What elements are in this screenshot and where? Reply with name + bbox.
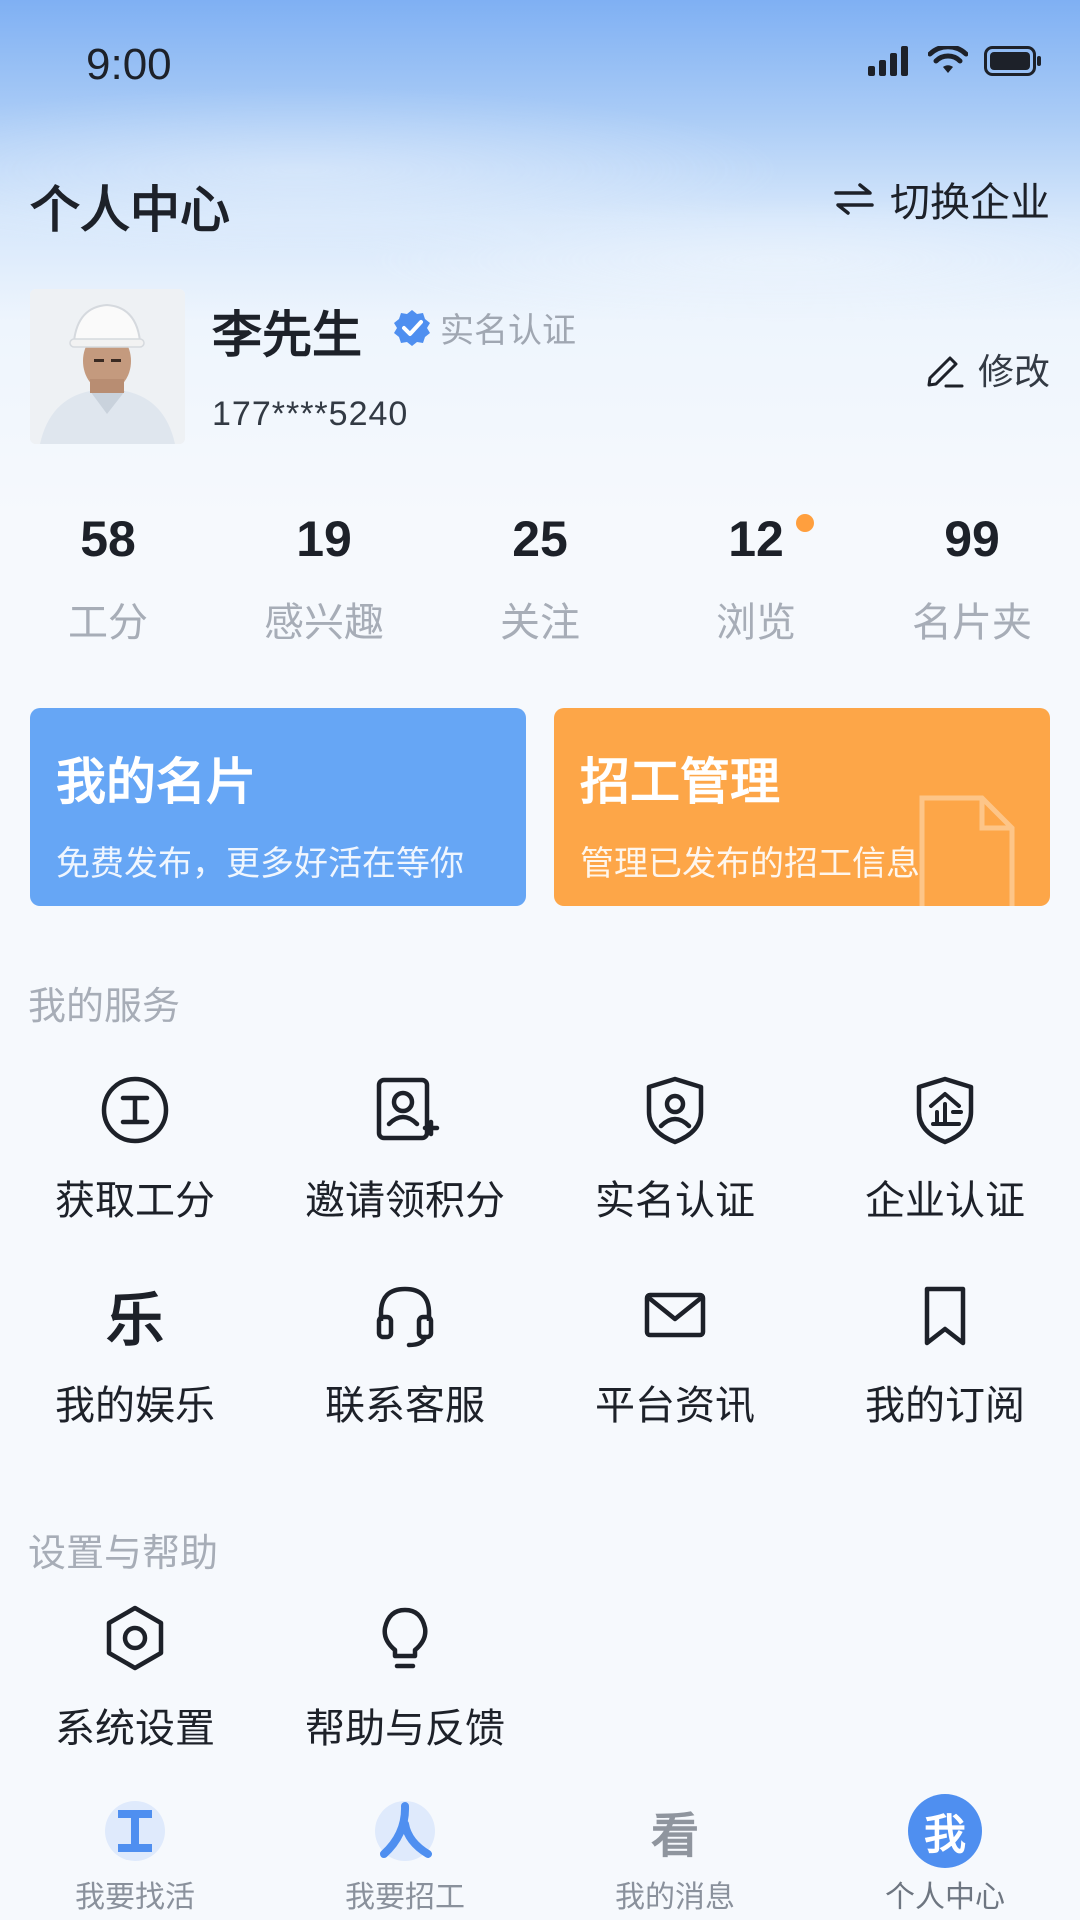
system-settings[interactable]: 系统设置: [0, 1598, 270, 1803]
service-real-name[interactable]: 实名认证: [540, 1070, 810, 1275]
my-business-card[interactable]: 我的名片 免费发布，更多好活在等你: [30, 708, 526, 906]
edit-label: 修改: [977, 352, 1050, 393]
edit-pencil-icon: [927, 356, 964, 388]
stat-value: 25: [512, 511, 568, 567]
service-label: 企业认证: [865, 1178, 1025, 1224]
card-subtitle: 管理已发布的招工信息: [580, 844, 920, 884]
stat-following[interactable]: 25 关注: [432, 510, 648, 650]
tab-label: 我要找活: [75, 1880, 195, 1915]
id-shield-icon: [646, 1076, 704, 1145]
service-label: 获取工分: [55, 1178, 215, 1224]
stats-row: 58 工分 19 感兴趣 25 关注 12 浏览 99 名片夹: [0, 510, 1080, 650]
tab-label: 个人中心: [885, 1880, 1005, 1915]
recruitment-management-card[interactable]: 招工管理 管理已发布的招工信息: [554, 708, 1050, 906]
status-icons: [868, 46, 1042, 76]
settings-hex-icon: [106, 1605, 164, 1671]
work-points-icon: [101, 1076, 169, 1144]
user-name: 李先生: [212, 306, 362, 364]
service-customer-support[interactable]: 联系客服: [270, 1275, 540, 1480]
personal-center-icon: 我: [908, 1794, 982, 1868]
service-label: 平台资讯: [595, 1383, 755, 1429]
tab-label: 我的消息: [615, 1880, 735, 1915]
settings-section-title: 设置与帮助: [28, 1531, 219, 1575]
stat-label: 工分: [68, 600, 148, 646]
card-title: 我的名片: [56, 753, 256, 811]
wifi-icon: [928, 46, 968, 73]
signal-icon: [868, 46, 908, 76]
stat-interested[interactable]: 19 感兴趣: [216, 510, 432, 650]
stat-value: 19: [296, 511, 352, 567]
service-label: 我的娱乐: [55, 1383, 215, 1429]
card-title: 招工管理: [580, 753, 780, 811]
switch-enterprise-label: 切换企业: [890, 180, 1050, 226]
find-work-icon: [105, 1801, 165, 1861]
page-header: 个人中心 切换企业: [0, 160, 1080, 250]
service-invite[interactable]: 邀请领积分: [270, 1070, 540, 1275]
stat-label: 关注: [500, 600, 580, 646]
battery-icon: [984, 46, 1041, 76]
tab-label: 我要招工: [345, 1880, 465, 1915]
verified-label: 实名认证: [440, 311, 576, 351]
service-label: 我的订阅: [865, 1383, 1025, 1429]
stat-card-holder[interactable]: 99 名片夹: [864, 510, 1080, 650]
verified-badge: 实名认证: [392, 303, 576, 352]
entertainment-icon: 乐: [105, 1286, 164, 1354]
bookmark-icon: [924, 1286, 966, 1346]
phone-number: 177****5240: [212, 395, 409, 433]
services-grid: 获取工分 邀请领积分 实名认证 企业认证 乐 我的娱乐 联系客服 平台资讯 我的…: [0, 1070, 1080, 1480]
service-label: 联系客服: [325, 1383, 485, 1429]
service-enterprise[interactable]: 企业认证: [810, 1070, 1080, 1275]
help-feedback[interactable]: 帮助与反馈: [270, 1598, 540, 1803]
new-dot-badge: [796, 514, 814, 532]
settings-label: 帮助与反馈: [305, 1706, 505, 1752]
service-work-points[interactable]: 获取工分: [0, 1070, 270, 1275]
stat-work-points[interactable]: 58 工分: [0, 510, 216, 650]
avatar[interactable]: [30, 289, 185, 444]
service-subscription[interactable]: 我的订阅: [810, 1275, 1080, 1480]
tab-find-work[interactable]: 我要找活: [0, 1790, 270, 1920]
status-bar: 9:00: [0, 0, 1080, 140]
avatar-portrait: [30, 289, 185, 444]
messages-icon: 看: [650, 1808, 699, 1864]
recruit-icon: [375, 1801, 435, 1861]
service-label: 邀请领积分: [305, 1178, 505, 1224]
stat-label: 浏览: [716, 600, 796, 646]
services-section-title: 我的服务: [28, 984, 181, 1028]
stat-label: 感兴趣: [264, 600, 384, 646]
settings-grid: 系统设置 帮助与反馈: [0, 1598, 1080, 1803]
tab-personal-center[interactable]: 我 个人中心: [810, 1790, 1080, 1920]
card-subtitle: 免费发布，更多好活在等你: [56, 844, 464, 884]
tab-messages[interactable]: 看 我的消息: [540, 1790, 810, 1920]
service-label: 实名认证: [595, 1178, 755, 1224]
service-platform-news[interactable]: 平台资讯: [540, 1275, 810, 1480]
document-icon: [919, 795, 1015, 906]
mail-icon: [644, 1292, 706, 1338]
profile-section: 李先生 实名认证 177****5240 修改: [0, 285, 1080, 455]
stat-value: 99: [944, 511, 1000, 567]
settings-label: 系统设置: [55, 1706, 215, 1752]
stat-label: 名片夹: [912, 600, 1032, 646]
stat-value: 12: [728, 511, 784, 567]
service-entertainment[interactable]: 乐 我的娱乐: [0, 1275, 270, 1480]
bottom-tab-bar: 我要找活 我要招工 看 我的消息 我 个人中心: [0, 1790, 1080, 1920]
status-time: 9:00: [86, 40, 172, 89]
switch-enterprise-button[interactable]: 切换企业: [832, 170, 1050, 228]
lightbulb-icon: [382, 1607, 428, 1669]
enterprise-shield-icon: [916, 1076, 974, 1145]
invite-user-icon: [376, 1077, 440, 1141]
verified-check-icon: [394, 309, 430, 346]
headset-icon: [376, 1286, 434, 1348]
tab-recruit[interactable]: 我要招工: [270, 1790, 540, 1920]
feature-cards: 我的名片 免费发布，更多好活在等你 招工管理 管理已发布的招工信息: [30, 708, 1050, 906]
edit-profile-button[interactable]: 修改: [924, 343, 1050, 395]
personal-center-glyph: 我: [923, 1809, 966, 1859]
stat-views[interactable]: 12 浏览: [648, 510, 864, 650]
page-title: 个人中心: [30, 181, 230, 239]
switch-arrows-icon: [834, 183, 874, 215]
stat-value: 58: [80, 511, 136, 567]
